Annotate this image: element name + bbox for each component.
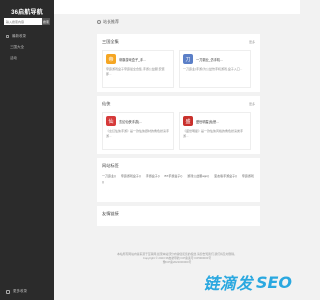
sidebar-item-label: 最新收录	[12, 34, 26, 38]
sidebar-item-activity[interactable]: 活动	[0, 53, 54, 64]
section-header: 友情链接	[102, 210, 255, 218]
search-input[interactable]	[4, 18, 42, 25]
site-description: 帝霸游戏盒子帝霸最全合集,手游公益服,安装即...	[106, 67, 165, 76]
section-card: 仙侠 更多 仙 玄幻仙侠手游(... 《玄幻仙侠手游》是一款仙侠题材的角色扮演手…	[97, 96, 260, 154]
section-title: 网站标签	[102, 163, 119, 168]
site-thumbnail: 刀	[183, 54, 193, 64]
tag-link[interactable]: 变态版手游盒子()	[214, 174, 237, 178]
tag-link[interactable]: 帝霸游戏盒子()	[121, 174, 141, 178]
section-title: 友情链接	[102, 211, 119, 216]
sidebar-item-label: 活动	[10, 56, 17, 60]
sidebar-item-latest[interactable]: 最新收录	[0, 31, 54, 42]
tag-link[interactable]: 游戏公益服app()	[187, 174, 209, 178]
section-header: 网站标签	[102, 162, 255, 170]
site-title: 一刀霸业_仿手机...	[196, 57, 223, 62]
site-logo[interactable]: 36启航导航	[0, 0, 54, 18]
links-card: 友情链接	[97, 206, 260, 226]
sidebar: 36启航导航 搜索 最新收录 三国大全 活动 更多收录	[0, 0, 54, 300]
site-thumbnail: 仙	[106, 116, 116, 126]
footer: 本站所有网站内容来源于互联网,如果本站部分内容侵犯您的权益,请您告知我们,我们将…	[54, 252, 300, 264]
watermark-seo: SEO	[255, 272, 292, 292]
site-description: 《玄幻仙侠手游》是一款仙侠题材的角色扮演手游...	[106, 129, 170, 138]
list-icon	[6, 35, 9, 38]
site-recommend-heading: 站长推荐	[97, 16, 260, 28]
section-title: 仙侠	[102, 101, 111, 106]
site-recommend-label: 站长推荐	[103, 19, 119, 24]
tags-card: 网站标签 一刀霸业() 帝霸游戏盒子() 手游盒子() BT手游盒子() 游戏公…	[97, 158, 260, 202]
section-header: 仙侠 更多	[102, 100, 255, 108]
more-link[interactable]: 更多	[249, 102, 255, 106]
thumbs-up-icon	[97, 20, 101, 24]
sidebar-item-label: 三国大全	[10, 45, 24, 49]
site-thumbnail: 帝	[106, 54, 116, 64]
site-list: 帝 帝霸游戏盒子_手... 帝霸游戏盒子帝霸最全合集,手游公益服,安装即... …	[102, 50, 255, 88]
search-button[interactable]: 搜索	[42, 18, 50, 25]
watermark-text: 链滴发	[203, 274, 253, 293]
sidebar-item-sanguo[interactable]: 三国大全	[0, 42, 54, 53]
section-card: 三国全集 更多 帝 帝霸游戏盒子_手... 帝霸游戏盒子帝霸最全合集,手游公益服…	[97, 34, 260, 92]
sidebar-bottom-label: 更多收录	[13, 289, 27, 293]
site-title: 玄幻仙侠手游(...	[119, 119, 142, 124]
section-title: 三国全集	[102, 39, 119, 44]
site-card[interactable]: 刀 一刀霸业_仿手机... 一刀霸业(手游)为公益仿手机游戏,盒子入口...	[179, 50, 251, 88]
plus-icon	[6, 289, 10, 294]
tag-list: 一刀霸业() 帝霸游戏盒子() 手游盒子() BT手游盒子() 游戏公益服app…	[102, 173, 255, 185]
site-list: 仙 玄幻仙侠手游(... 《玄幻仙侠手游》是一款仙侠题材的角色扮演手游... 盛…	[102, 112, 255, 150]
site-description: 《盛世明星》是一款仙侠风格的角色扮演类手游...	[183, 129, 244, 138]
site-title: 盛世明星(仙侠...	[196, 119, 219, 124]
more-link[interactable]: 更多	[249, 40, 255, 44]
site-title: 帝霸游戏盒子_手...	[119, 57, 146, 62]
main-content: 站长推荐 三国全集 更多 帝 帝霸游戏盒子_手... 帝霸游戏盒子帝霸最全合集,…	[97, 14, 260, 230]
section-header: 三国全集 更多	[102, 38, 255, 46]
sidebar-search: 搜索	[4, 18, 50, 25]
sidebar-item-more[interactable]: 更多收录	[6, 289, 27, 294]
site-card[interactable]: 仙 玄幻仙侠手游(... 《玄幻仙侠手游》是一款仙侠题材的角色扮演手游...	[102, 112, 174, 150]
tag-link[interactable]: 一刀霸业()	[102, 174, 116, 178]
sidebar-nav: 最新收录 三国大全 活动	[0, 31, 54, 64]
site-thumbnail: 盛	[183, 116, 193, 126]
site-card[interactable]: 帝 帝霸游戏盒子_手... 帝霸游戏盒子帝霸最全合集,手游公益服,安装即...	[102, 50, 174, 88]
site-description: 一刀霸业(手游)为公益仿手机游戏,盒子入口...	[183, 67, 243, 71]
footer-line: 豫ICP备2022000000号	[162, 260, 192, 264]
site-card[interactable]: 盛 盛世明星(仙侠... 《盛世明星》是一款仙侠风格的角色扮演类手游...	[179, 112, 251, 150]
top-bar	[54, 0, 300, 14]
tag-link[interactable]: BT手游盒子()	[165, 174, 183, 178]
watermark-logo: 链滴发 SEO	[203, 270, 292, 294]
tag-link[interactable]: 手游盒子()	[146, 174, 160, 178]
